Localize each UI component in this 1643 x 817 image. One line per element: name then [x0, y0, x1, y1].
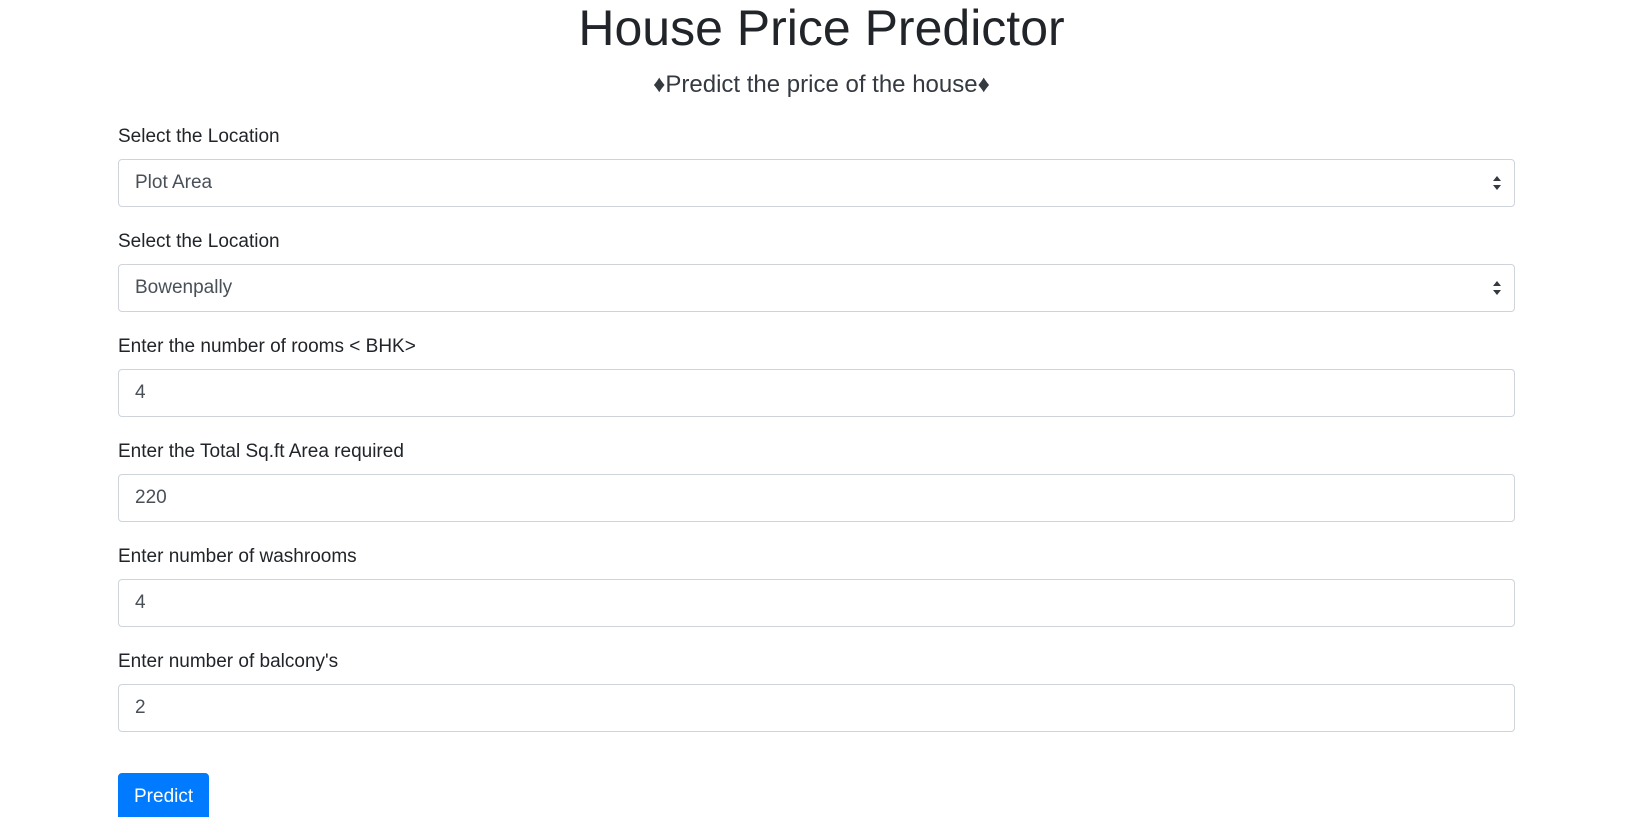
page: House Price Predictor ♦Predict the price…: [0, 0, 1643, 817]
balcony-value: 2: [135, 697, 146, 718]
sqft-value: 220: [135, 487, 167, 508]
balcony-group: Enter number of balcony's 2: [118, 650, 1515, 732]
rooms-input[interactable]: 4: [118, 369, 1515, 417]
location-type-label: Select the Location: [118, 126, 280, 147]
sqft-input[interactable]: 220: [118, 474, 1515, 522]
location-type-group: Select the Location Plot Area: [118, 125, 1515, 207]
washrooms-input[interactable]: 4: [118, 579, 1515, 627]
balcony-label: Enter number of balcony's: [118, 651, 339, 672]
location-type-select[interactable]: Plot Area: [118, 159, 1515, 207]
select-arrows-icon: [1493, 176, 1501, 190]
location-select[interactable]: Bowenpally: [118, 264, 1515, 312]
location-group: Select the Location Bowenpally: [118, 230, 1515, 312]
balcony-input[interactable]: 2: [118, 684, 1515, 732]
rooms-value: 4: [135, 382, 146, 403]
page-title: House Price Predictor: [578, 0, 1065, 56]
select-arrows-icon: [1493, 281, 1501, 295]
washrooms-label: Enter number of washrooms: [118, 546, 357, 567]
location-type-selected-value: Plot Area: [135, 172, 213, 193]
prediction-form: Select the Location Plot Area Select the…: [118, 125, 1515, 755]
page-subtitle: ♦Predict the price of the house♦: [653, 71, 990, 98]
rooms-group: Enter the number of rooms < BHK> 4: [118, 335, 1515, 417]
predict-button[interactable]: Predict: [118, 773, 210, 817]
sqft-group: Enter the Total Sq.ft Area required 220: [118, 440, 1515, 522]
sqft-label: Enter the Total Sq.ft Area required: [118, 441, 404, 462]
location-label: Select the Location: [118, 231, 280, 252]
location-selected-value: Bowenpally: [135, 277, 233, 298]
rooms-label: Enter the number of rooms < BHK>: [118, 336, 416, 357]
washrooms-group: Enter number of washrooms 4: [118, 545, 1515, 627]
washrooms-value: 4: [135, 592, 146, 613]
